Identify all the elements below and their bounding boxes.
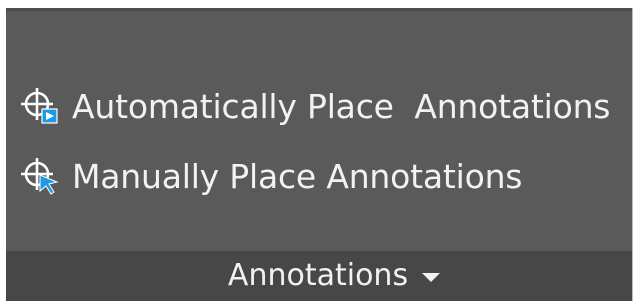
- automatically-place-annotations-button[interactable]: Automatically Place Annotations: [20, 78, 620, 134]
- auto-place-annotation-icon: [20, 86, 60, 126]
- manual-place-annotation-icon: [20, 156, 60, 196]
- caret-down-icon: [422, 273, 441, 282]
- panel-top-edge: [6, 8, 632, 11]
- automatically-place-annotations-label: Automatically Place Annotations: [72, 86, 611, 126]
- manually-place-annotations-button[interactable]: Manually Place Annotations: [20, 148, 620, 204]
- manually-place-annotations-label: Manually Place Annotations: [72, 156, 523, 196]
- screenshot-frame: Automatically Place Annotations Manually…: [0, 0, 641, 305]
- panel-footer-dropdown[interactable]: Annotations: [6, 251, 632, 301]
- ribbon-panel-annotations: Automatically Place Annotations Manually…: [6, 8, 633, 301]
- panel-title: Annotations: [227, 258, 409, 293]
